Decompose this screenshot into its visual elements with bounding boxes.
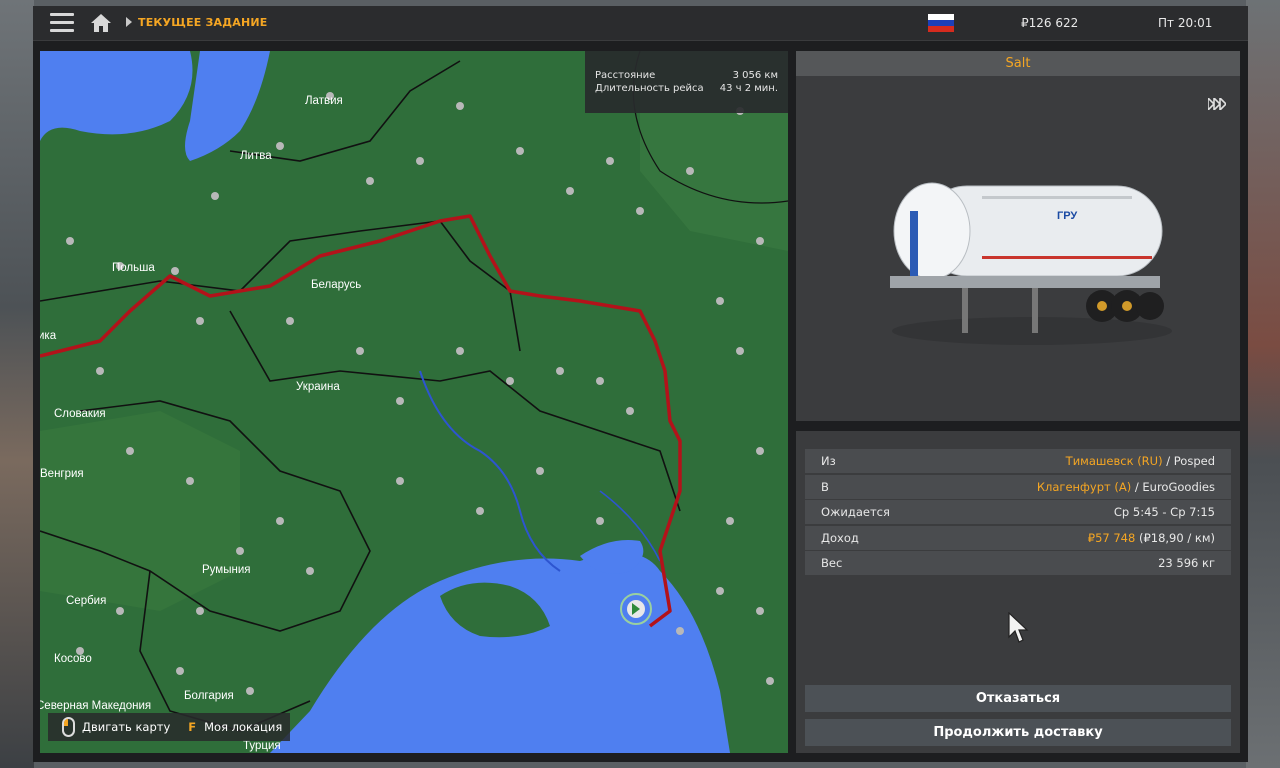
label-serbia: Сербия	[66, 595, 106, 607]
label-bulgaria: Болгария	[184, 690, 234, 702]
border-line	[40, 220, 521, 352]
detail-row-from: Из Тимашевск (RU) / Posped	[805, 449, 1231, 473]
distance-label: Расстояние	[595, 70, 656, 81]
trailer-image: ГРУ	[890, 182, 1172, 345]
baltic-sea	[40, 51, 193, 141]
label-turkey: Турция	[243, 740, 281, 752]
menu-icon[interactable]	[50, 13, 74, 33]
russia-flag-icon	[928, 14, 954, 32]
my-location-hint[interactable]: Моя локация	[204, 720, 282, 734]
route-info-box: Расстояние 3 056 км Длительность рейса 4…	[585, 51, 788, 113]
breadcrumb: ТЕКУЩЕЕ ЗАДАНИЕ	[138, 16, 268, 29]
detail-row-expected: Ожидается Ср 5:45 - Ср 7:15	[805, 500, 1231, 524]
mouse-cursor-icon	[1008, 612, 1029, 643]
label-belarus: Беларусь	[311, 279, 361, 291]
map-legend: Двигать карту F Моя локация	[48, 713, 291, 741]
continue-delivery-button[interactable]: Продолжить доставку	[805, 719, 1231, 746]
label-ukraine: Украина	[296, 381, 340, 393]
label-north-macedonia: Северная Македония	[40, 700, 151, 712]
gulf-of-riga	[185, 51, 270, 161]
income-rate: (₽18,90 / км)	[1135, 531, 1215, 545]
move-map-hint: Двигать карту	[82, 720, 171, 734]
label-hungary: Венгрия	[40, 468, 84, 480]
label-poland: Польша	[112, 262, 155, 274]
duration-label: Длительность рейса	[595, 83, 704, 94]
breadcrumb-arrow-icon	[126, 17, 132, 27]
home-icon[interactable]	[90, 13, 112, 33]
trailer-logo-text: ГРУ	[1057, 210, 1077, 222]
game-clock: Пт 20:01	[1158, 16, 1213, 30]
label-lithuania: Литва	[240, 150, 272, 162]
f-key-hint: F	[188, 720, 197, 734]
to-company: / EuroGoodies	[1131, 480, 1215, 494]
expected-time: Ср 5:45 - Ср 7:15	[1113, 505, 1215, 519]
weight-value: 23 596 кг	[1158, 556, 1215, 570]
money-balance: ₽126 622	[1021, 16, 1079, 30]
route-map[interactable]: Латвия Литва Польша Беларусь Украина Сло…	[40, 51, 788, 753]
from-city: Тимашевск (RU)	[1065, 454, 1163, 468]
detail-row-income: Доход ₽57 748 (₽18,90 / км)	[805, 526, 1231, 550]
label-kosovo: Косово	[54, 653, 92, 665]
income-value: ₽57 748	[1087, 531, 1136, 545]
from-company: / Posped	[1162, 454, 1215, 468]
label-romania: Румыния	[202, 564, 250, 576]
job-details: Из Тимашевск (RU) / Posped В Клагенфурт …	[796, 431, 1240, 753]
cargo-name: Salt	[796, 51, 1240, 76]
detail-row-weight: Вес 23 596 кг	[805, 551, 1231, 575]
detail-row-to: В Клагенфурт (A) / EuroGoodies	[805, 475, 1231, 499]
top-bar: ТЕКУЩЕЕ ЗАДАНИЕ ₽126 622 Пт 20:01	[33, 6, 1248, 41]
label-partial-country: ика	[40, 330, 57, 342]
label-slovakia: Словакия	[54, 408, 106, 420]
background-left	[0, 0, 34, 768]
job-window: ТЕКУЩЕЕ ЗАДАНИЕ ₽126 622 Пт 20:01 Латвия…	[33, 6, 1248, 762]
cancel-job-button[interactable]: Отказаться	[805, 685, 1231, 712]
label-latvia: Латвия	[305, 95, 343, 107]
map-canvas[interactable]: Латвия Литва Польша Беларусь Украина Сло…	[40, 51, 788, 753]
fast-forward-icon[interactable]	[1208, 98, 1226, 110]
black-sea	[270, 553, 730, 753]
background-right	[1246, 0, 1280, 768]
duration-value: 43 ч 2 мин.	[719, 83, 778, 94]
distance-value: 3 056 км	[732, 70, 778, 81]
mouse-icon	[62, 717, 75, 737]
to-city: Клагенфурт (A)	[1036, 480, 1132, 494]
cargo-panel: Salt ГРУ	[796, 51, 1240, 421]
